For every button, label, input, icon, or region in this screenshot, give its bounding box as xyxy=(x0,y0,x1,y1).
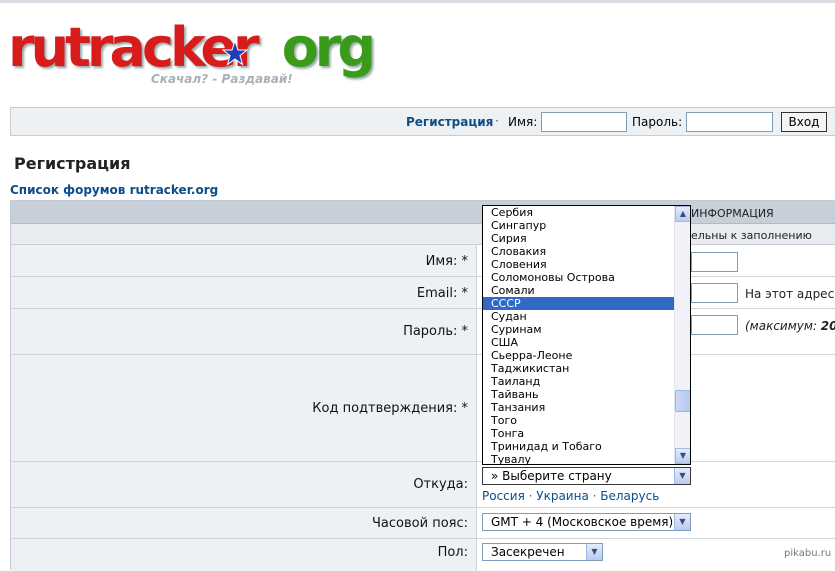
row-gender: Пол: xyxy=(11,539,835,571)
row-from: Откуда: xyxy=(11,462,835,508)
login-password-label: Пароль: xyxy=(632,115,683,129)
country-select[interactable]: » Выберите страну ▼ xyxy=(482,467,691,485)
star-icon xyxy=(222,40,248,66)
country-option[interactable]: Сингапур xyxy=(483,219,675,232)
country-link-russia[interactable]: Россия xyxy=(482,489,525,503)
country-option[interactable]: Суринам xyxy=(483,323,675,336)
row-name: Имя: * xyxy=(11,245,835,277)
register-link[interactable]: Регистрация xyxy=(406,115,493,129)
country-option[interactable]: Танзания xyxy=(483,401,675,414)
country-option[interactable]: Словакия xyxy=(483,245,675,258)
email-label: Email: * xyxy=(416,286,468,301)
password-label: Пароль: * xyxy=(403,324,468,339)
country-link-belarus[interactable]: Беларусь xyxy=(600,489,659,503)
registration-form: ИНФОРМАЦИЯ ельны к заполнению Имя: * Ema… xyxy=(10,200,835,571)
gender-select[interactable]: Засекречен ▼ xyxy=(482,543,603,561)
top-border xyxy=(0,0,835,3)
country-option[interactable]: Таиланд xyxy=(483,375,675,388)
scrollbar-thumb[interactable] xyxy=(675,390,690,412)
row-timezone: Часовой пояс: xyxy=(11,508,835,539)
country-quick-links: Россия · Украина · Беларусь xyxy=(482,489,660,503)
dropdown-scrollbar[interactable]: ▲ ▼ xyxy=(674,206,690,464)
password-input[interactable] xyxy=(691,315,738,335)
row-password: Пароль: * (максимум: 20 xyxy=(11,309,835,355)
login-name-input[interactable] xyxy=(541,112,627,132)
country-option[interactable]: Тонга xyxy=(483,427,675,440)
forum-list-link[interactable]: Список форумов rutracker.org xyxy=(10,183,218,197)
logo-tagline: Скачал? - Раздавай! xyxy=(151,72,293,86)
gender-label: Пол: xyxy=(437,545,468,560)
country-option[interactable]: Судан xyxy=(483,310,675,323)
watermark: pikabu.ru xyxy=(784,548,832,559)
login-bar: Регистрация · Имя: Пароль: Вход xyxy=(10,107,835,136)
country-option[interactable]: Таджикистан xyxy=(483,362,675,375)
country-option[interactable]: СССР xyxy=(483,297,675,310)
captcha-label: Код подтверждения: * xyxy=(312,401,468,416)
page-title: Регистрация xyxy=(14,154,131,173)
country-option[interactable]: Сирия xyxy=(483,232,675,245)
country-option[interactable]: Сьерра-Леоне xyxy=(483,349,675,362)
country-option[interactable]: Того xyxy=(483,414,675,427)
password-note: (максимум: 20 xyxy=(745,319,835,333)
timezone-label: Часовой пояс: xyxy=(372,516,468,531)
country-options: Сербия Сингапур Сирия Словакия Словения Солом… xyxy=(483,206,675,464)
name-input[interactable] xyxy=(691,252,738,272)
name-label: Имя: * xyxy=(425,254,468,269)
form-subheader: ельны к заполнению xyxy=(11,224,835,245)
chevron-down-icon[interactable]: ▼ xyxy=(674,468,690,484)
country-option[interactable]: Тувалу xyxy=(483,453,675,464)
email-input[interactable] xyxy=(691,283,738,303)
scroll-up-icon[interactable]: ▲ xyxy=(675,206,690,222)
scroll-down-icon[interactable]: ▼ xyxy=(675,448,690,464)
country-option[interactable]: Сербия xyxy=(483,206,675,219)
country-option[interactable]: Соломоновы Острова xyxy=(483,271,675,284)
country-link-ukraine[interactable]: Украина xyxy=(536,489,589,503)
country-option[interactable]: Тринидад и Тобаго xyxy=(483,440,675,453)
timezone-select[interactable]: GMT + 4 (Московское время) ▼ xyxy=(482,513,691,531)
site-logo[interactable]: rutracker org Скачал? - Раздавай! xyxy=(8,18,376,90)
email-note: На этот адрес в xyxy=(745,287,835,301)
country-dropdown-list[interactable]: Сербия Сингапур Сирия Словакия Словения Солом… xyxy=(482,205,691,465)
chevron-down-icon[interactable]: ▼ xyxy=(674,514,690,530)
login-button[interactable]: Вход xyxy=(781,112,827,132)
country-option[interactable]: США xyxy=(483,336,675,349)
country-option[interactable]: Сомали xyxy=(483,284,675,297)
chevron-down-icon[interactable]: ▼ xyxy=(586,544,602,560)
from-label: Откуда: xyxy=(413,477,468,492)
separator: · xyxy=(495,114,499,128)
country-option[interactable]: Словения xyxy=(483,258,675,271)
country-option[interactable]: Тайвань xyxy=(483,388,675,401)
row-email: Email: * На этот адрес в xyxy=(11,277,835,309)
login-password-input[interactable] xyxy=(686,112,773,132)
row-captcha: Код подтверждения: * xyxy=(11,355,835,462)
logo-text: rutracker org xyxy=(8,16,376,79)
login-name-label: Имя: xyxy=(508,115,538,129)
form-header: ИНФОРМАЦИЯ xyxy=(11,201,835,224)
